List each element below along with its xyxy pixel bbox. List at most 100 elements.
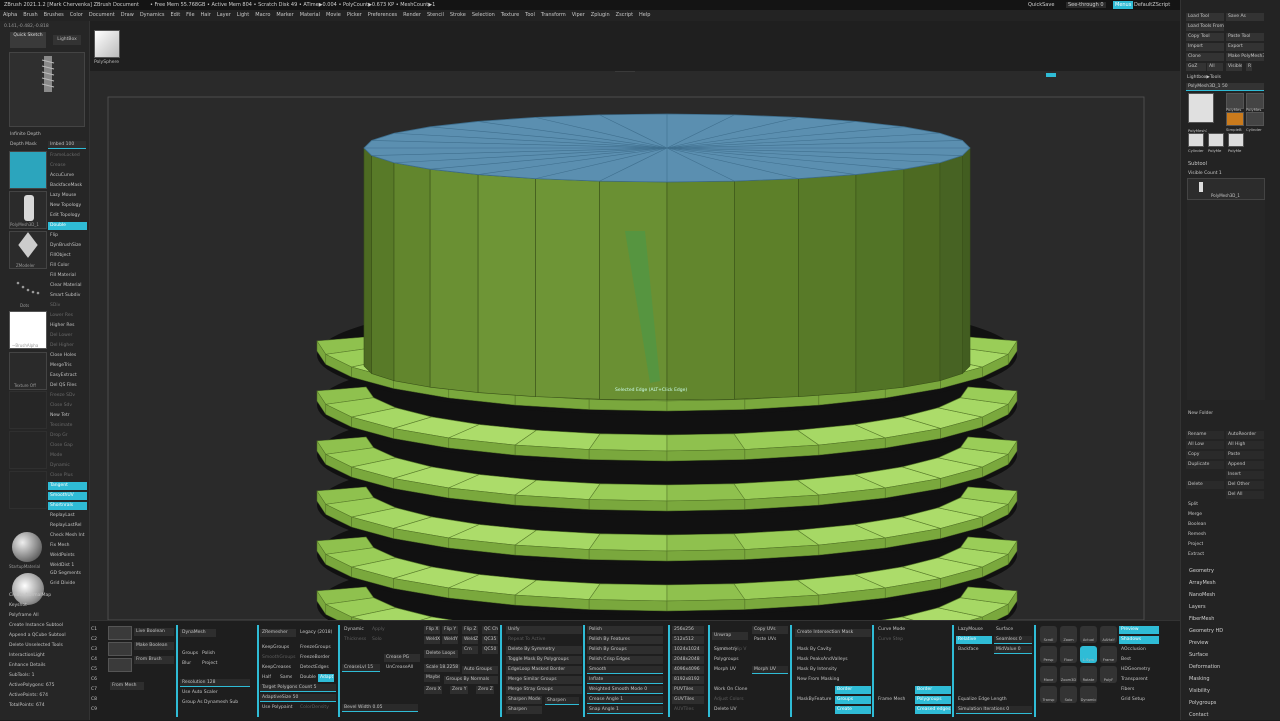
zremesher-use-polypaint[interactable]: Use Polypaint xyxy=(260,704,296,712)
polish-crease-angle-1[interactable]: Crease Angle 1 xyxy=(587,696,663,704)
left-button-mergetris[interactable]: MergeTris xyxy=(48,362,87,370)
menu-selection[interactable]: Selection xyxy=(469,10,498,21)
crease-apply[interactable]: Apply xyxy=(370,626,398,634)
zremesher-freezeborder[interactable]: FreezeBorder xyxy=(298,654,336,662)
left-button-smoothuv[interactable]: SmoothUV xyxy=(48,492,87,500)
curve-curve-mode[interactable]: Curve Mode xyxy=(876,626,912,634)
zremesher-freezegroups[interactable]: FreezeGroups xyxy=(298,644,336,652)
right-btn-paste-tool[interactable]: Paste Tool xyxy=(1226,33,1264,41)
left-button-close-plus[interactable]: Close Plus xyxy=(48,472,87,480)
texture-size-puvtiles[interactable]: PUVTiles xyxy=(672,686,704,694)
nav-l-sym-icon[interactable]: L.Sym xyxy=(1080,646,1097,663)
nav-zoom-icon[interactable]: Zoom xyxy=(1060,626,1077,643)
right-list-project[interactable]: Project xyxy=(1188,541,1203,548)
zremesher-same[interactable]: Same xyxy=(278,674,292,682)
uv-polygroups-6[interactable]: Polygroups xyxy=(712,656,748,664)
left-lower-interactionlight[interactable]: InteractionLight xyxy=(9,651,87,660)
geom-auto-groups-12[interactable]: Auto Groups xyxy=(462,666,498,674)
uv-adjust-colors-10[interactable]: Adjust Colors xyxy=(712,696,786,704)
left-button-double[interactable]: Double xyxy=(48,222,87,230)
empty-slot-3[interactable] xyxy=(9,471,47,509)
geom-crn-9[interactable]: Crn xyxy=(462,646,478,654)
mask-mask-peaksandvalleys[interactable]: Mask PeaksAndValleys xyxy=(795,656,871,664)
lightbox-button[interactable]: LightBox xyxy=(53,35,81,45)
uv-morph-uv-7[interactable]: Morph UV xyxy=(712,666,748,674)
nav-solo-icon[interactable]: Solo xyxy=(1060,686,1077,703)
right-btn-export[interactable]: Export xyxy=(1226,43,1264,51)
polygroup-unify[interactable]: Unify xyxy=(506,626,582,634)
right-btn-load-tools-from-project[interactable]: Load Tools From Project xyxy=(1186,23,1224,31)
menu-layer[interactable]: Layer xyxy=(214,10,234,21)
menu-help[interactable]: Help xyxy=(636,10,653,21)
zremesher-colordensity[interactable]: ColorDensity xyxy=(298,704,336,712)
right-btn-visible[interactable]: Visible xyxy=(1226,63,1242,71)
visible-count-slider[interactable]: Visible Count 1 xyxy=(1188,170,1222,177)
polysphere-thumb[interactable] xyxy=(94,30,120,58)
crease-bevel-width-0-05[interactable]: Bevel Width 0.05 xyxy=(342,704,418,712)
uv-paste-uvs-1[interactable]: Paste UVs xyxy=(752,636,788,644)
menu-draw[interactable]: Draw xyxy=(118,10,137,21)
render-best[interactable]: Best xyxy=(1119,656,1159,664)
left-button-accucurve[interactable]: AccuCurve xyxy=(48,172,87,180)
lazy-surface-2[interactable]: Surface xyxy=(994,626,1030,634)
polygroup-repeat-to-active[interactable]: Repeat To Active xyxy=(506,636,582,644)
render-shadows[interactable]: Shadows xyxy=(1119,636,1159,644)
uv-work-on-clone-9[interactable]: Work On Clone xyxy=(712,686,786,694)
mask-groups[interactable]: Groups xyxy=(835,696,871,704)
left-button-backfacemask[interactable]: BackfaceMask xyxy=(48,182,87,190)
section-preview[interactable]: Preview xyxy=(1189,638,1208,649)
polygroup-edgeloop-masked-border[interactable]: EdgeLoop Masked Border xyxy=(506,666,582,674)
menu-dynamics[interactable]: Dynamics xyxy=(137,10,168,21)
uv-symmetry-5[interactable]: Symmetry xyxy=(712,646,748,654)
mask-border[interactable]: Border xyxy=(835,686,871,694)
texture-size-1024x1024[interactable]: 1024x1024 xyxy=(672,646,704,654)
section-visibility[interactable]: Visibility xyxy=(1189,686,1210,697)
nav-move-icon[interactable]: Move xyxy=(1040,666,1057,683)
polygroup-sharpen-mode[interactable]: Sharpen Mode xyxy=(506,696,542,704)
dynamesh-auto-scaler[interactable]: Use Auto Scaler xyxy=(180,689,250,697)
left-button-flip[interactable]: Flip xyxy=(48,232,87,240)
zremesher-keepcreases[interactable]: KeepCreases xyxy=(260,664,296,672)
dynamesh-polish[interactable]: Polish xyxy=(200,650,218,658)
menu-material[interactable]: Material xyxy=(297,10,323,21)
bool-thumb-3[interactable] xyxy=(108,658,132,672)
tool-thumb-1[interactable] xyxy=(1188,93,1214,123)
quicksave-button[interactable]: QuickSave xyxy=(1028,2,1054,8)
nav-dynamic-icon[interactable]: Dynamic xyxy=(1080,686,1097,703)
zremesher-detectedges[interactable]: DetectEdges xyxy=(298,664,336,672)
crease-thickness[interactable]: Thickness xyxy=(342,636,372,644)
left-button-framelocked[interactable]: FrameLocked xyxy=(48,152,87,160)
mask-new-from-masking[interactable]: New From Masking xyxy=(795,676,871,684)
menu-picker[interactable]: Picker xyxy=(344,10,365,21)
zremesher-half[interactable]: Half xyxy=(260,674,274,682)
mask-maskbyfeature[interactable]: MaskByFeature xyxy=(795,696,833,704)
left-button-close-sdv[interactable]: Close Sdv xyxy=(48,402,87,410)
left-button-dynbrushsize[interactable]: DynBrushSize xyxy=(48,242,87,250)
see-through-slider[interactable]: See-through 0 xyxy=(1066,2,1106,8)
right-btn-make-polymesh3d[interactable]: Make PolyMesh3D xyxy=(1226,53,1264,61)
lazy-backface-5[interactable]: Backface xyxy=(956,646,992,654)
polygroup-toggle-mask-by-polygroups[interactable]: Toggle Mask By Polygroups xyxy=(506,656,582,664)
dynamesh-button[interactable]: DynaMesh xyxy=(180,629,216,637)
lazy-midvalue-0-6[interactable]: MidValue 0 xyxy=(994,646,1032,654)
section-nanomesh[interactable]: NanoMesh xyxy=(1189,590,1215,601)
left-button-smart-subdiv[interactable]: Smart Subdiv xyxy=(48,292,87,300)
right-sub-append[interactable]: Append xyxy=(1226,461,1264,469)
right-btn-import[interactable]: Import xyxy=(1186,43,1224,51)
texture-size-auvtiles[interactable]: AUVTiles xyxy=(672,706,704,714)
left-button-welddist-1[interactable]: WeldDist 1 xyxy=(48,562,87,570)
nav-transp-icon[interactable]: Transp xyxy=(1040,686,1057,703)
current-tool-slider[interactable]: PolyMesh3D_1 50 xyxy=(1186,83,1264,91)
uv-copy-uvs-0[interactable]: Copy UVs xyxy=(752,626,788,634)
polish-polish-crisp-edges[interactable]: Polish Crisp Edges xyxy=(587,656,663,664)
lazy-lazymouse-0[interactable]: LazyMouse xyxy=(956,626,994,634)
geom-qc50-10[interactable]: QC50 xyxy=(482,646,498,654)
dynamesh-resolution-slider[interactable]: Resolution 128 xyxy=(180,679,250,687)
nav-rotate-icon[interactable]: Rotate xyxy=(1080,666,1097,683)
lazy-equalize-edge-length-7[interactable]: Equalize Edge Length xyxy=(956,696,1032,704)
curve-frame-mesh[interactable]: Frame Mesh xyxy=(876,696,912,704)
brush-preview[interactable] xyxy=(9,52,85,127)
left-button-replaylast[interactable]: ReplayLast xyxy=(48,512,87,520)
polygroup-merge-stray-groups[interactable]: Merge Stray Groups xyxy=(506,686,582,694)
left-button-replaylastrel[interactable]: ReplayLastRel xyxy=(48,522,87,530)
